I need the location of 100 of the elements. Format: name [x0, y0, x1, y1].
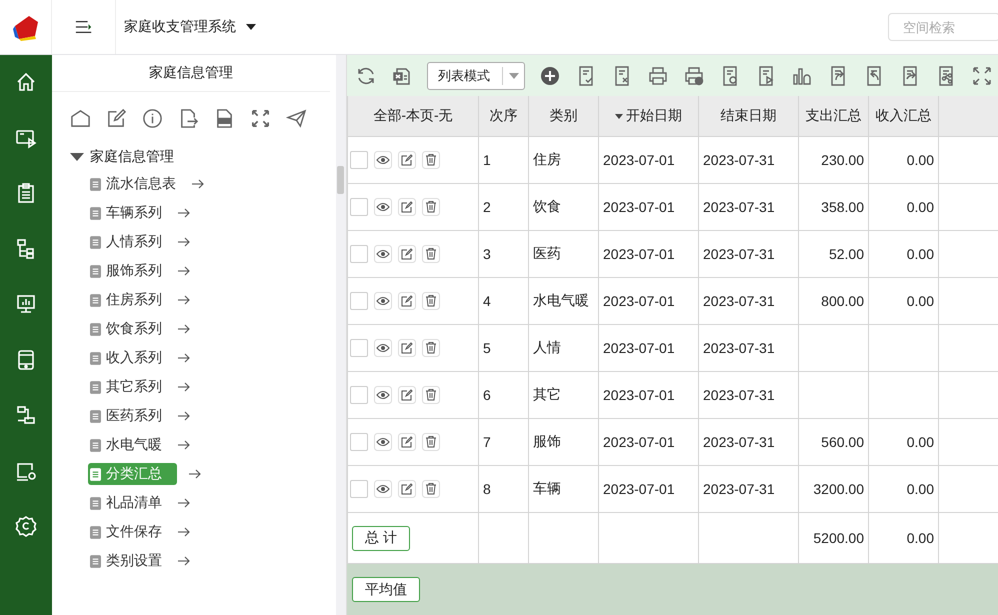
- tree-item[interactable]: 住房系列: [88, 289, 166, 311]
- edit-icon[interactable]: [398, 245, 416, 263]
- chart-screen-icon[interactable]: [15, 293, 37, 315]
- arrow-icon[interactable]: [178, 556, 190, 566]
- edit-icon[interactable]: [398, 198, 416, 216]
- search-field[interactable]: 空间检索: [888, 13, 998, 41]
- column-header[interactable]: 开始日期: [598, 96, 698, 136]
- row-checkbox[interactable]: [350, 339, 368, 357]
- column-header[interactable]: 收入汇总: [868, 96, 938, 136]
- view-icon[interactable]: [374, 151, 392, 169]
- clipboard-icon[interactable]: [15, 182, 37, 204]
- arrow-icon[interactable]: [178, 527, 190, 537]
- arrow-icon[interactable]: [178, 382, 190, 392]
- info-icon[interactable]: [142, 108, 163, 129]
- arrow-icon[interactable]: [178, 237, 190, 247]
- row-checkbox[interactable]: [350, 245, 368, 263]
- column-header[interactable]: 支出汇总: [798, 96, 868, 136]
- add-icon[interactable]: [539, 64, 561, 86]
- row-checkbox[interactable]: [350, 292, 368, 310]
- caret-icon[interactable]: [70, 152, 84, 160]
- arrow-icon[interactable]: [178, 411, 190, 421]
- column-header[interactable]: 结束日期: [698, 96, 798, 136]
- delete-icon[interactable]: [422, 198, 440, 216]
- splitter-handle[interactable]: [337, 166, 344, 194]
- edit-icon[interactable]: [398, 339, 416, 357]
- tablet-icon[interactable]: [15, 348, 37, 370]
- flow-icon[interactable]: [15, 404, 37, 426]
- edit-icon[interactable]: [106, 108, 127, 129]
- arrow-icon[interactable]: [192, 179, 204, 189]
- file-icon[interactable]: [214, 108, 235, 129]
- view-icon[interactable]: [374, 339, 392, 357]
- row-checkbox[interactable]: [350, 433, 368, 451]
- arrow-icon[interactable]: [178, 498, 190, 508]
- document-icon: [90, 496, 101, 510]
- hierarchy-icon[interactable]: [15, 238, 37, 260]
- delete-icon[interactable]: [422, 386, 440, 404]
- average-button[interactable]: 平均值: [352, 577, 420, 602]
- export-icon[interactable]: [178, 108, 199, 129]
- printer-add-icon[interactable]: [683, 64, 705, 86]
- tree-item[interactable]: 医药系列: [88, 405, 166, 427]
- edit-icon[interactable]: [398, 480, 416, 498]
- document-icon: [90, 438, 101, 452]
- tree-item[interactable]: 收入系列: [88, 347, 166, 369]
- delete-icon[interactable]: [422, 339, 440, 357]
- settings-icon[interactable]: [15, 515, 37, 537]
- arrow-icon[interactable]: [178, 208, 190, 218]
- delete-icon[interactable]: [422, 480, 440, 498]
- view-icon[interactable]: [374, 198, 392, 216]
- document-icon: [90, 322, 101, 336]
- printer-icon[interactable]: [647, 64, 669, 86]
- delete-icon[interactable]: [422, 433, 440, 451]
- fullscreen-icon[interactable]: [250, 108, 271, 129]
- column-header[interactable]: 类别: [528, 96, 598, 136]
- view-icon[interactable]: [374, 386, 392, 404]
- delete-icon[interactable]: [422, 292, 440, 310]
- send-icon[interactable]: [286, 108, 307, 129]
- tree-item[interactable]: 流水信息表: [88, 173, 180, 195]
- tree-item[interactable]: 车辆系列: [88, 202, 166, 224]
- arrow-icon[interactable]: [189, 469, 201, 479]
- tree-item[interactable]: 类别设置: [88, 550, 166, 572]
- arrow-icon[interactable]: [178, 440, 190, 450]
- view-icon[interactable]: [374, 245, 392, 263]
- row-checkbox[interactable]: [350, 151, 368, 169]
- fullscreen-icon[interactable]: [971, 64, 993, 86]
- row-checkbox[interactable]: [350, 386, 368, 404]
- tree-root[interactable]: 家庭信息管理: [52, 134, 336, 165]
- document-icon: [90, 264, 101, 278]
- home-outline-icon[interactable]: [70, 108, 91, 129]
- tree-item[interactable]: 文件保存: [88, 521, 166, 543]
- tree-item[interactable]: 其它系列: [88, 376, 166, 398]
- column-header[interactable]: 全部-本页-无: [348, 96, 478, 136]
- tree-item[interactable]: 水电气暖: [88, 434, 166, 456]
- column-header[interactable]: 次序: [478, 96, 528, 136]
- home-icon[interactable]: [15, 71, 37, 93]
- delete-icon[interactable]: [422, 151, 440, 169]
- arrow-icon[interactable]: [178, 266, 190, 276]
- system-selector[interactable]: 家庭收支管理系统: [116, 18, 256, 36]
- view-icon[interactable]: [374, 433, 392, 451]
- view-icon[interactable]: [374, 480, 392, 498]
- table-cell: 2023-07-31: [698, 466, 798, 512]
- row-checkbox[interactable]: [350, 480, 368, 498]
- tree-item[interactable]: 服饰系列: [88, 260, 166, 282]
- row-checkbox[interactable]: [350, 198, 368, 216]
- arrow-icon[interactable]: [178, 324, 190, 334]
- edit-icon[interactable]: [398, 433, 416, 451]
- table-cell: 2023-07-01: [598, 278, 698, 324]
- edit-icon[interactable]: [398, 292, 416, 310]
- tree-item[interactable]: 礼品清单: [88, 492, 166, 514]
- table-cell: 住房: [528, 136, 598, 184]
- edit-icon[interactable]: [398, 151, 416, 169]
- arrow-icon[interactable]: [178, 353, 190, 363]
- table-cell: 服饰: [528, 418, 598, 466]
- view-icon[interactable]: [374, 292, 392, 310]
- total-button[interactable]: 总 计: [352, 526, 410, 550]
- tree-item[interactable]: 饮食系列: [88, 318, 166, 340]
- delete-icon[interactable]: [422, 245, 440, 263]
- edit-icon[interactable]: [398, 386, 416, 404]
- tree-item[interactable]: 人情系列: [88, 231, 166, 253]
- view-mode-dropdown[interactable]: 列表模式: [427, 62, 525, 90]
- arrow-icon[interactable]: [178, 295, 190, 305]
